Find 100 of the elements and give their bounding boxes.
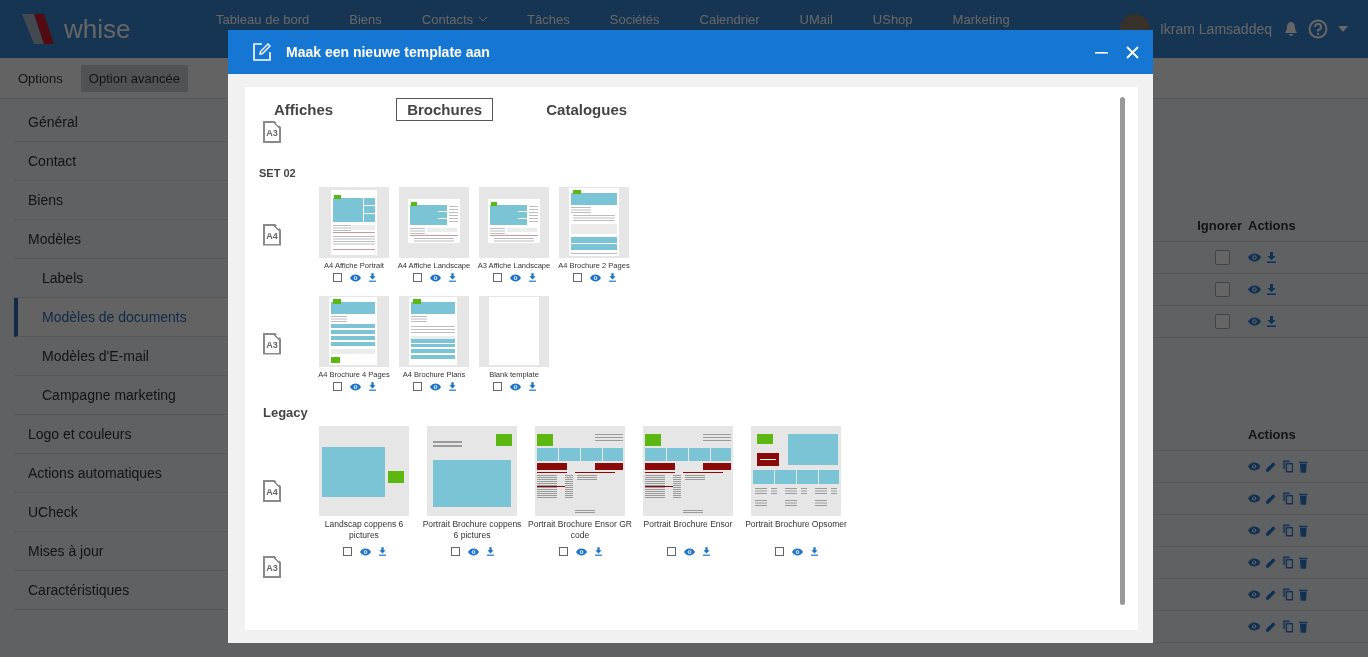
template-preview-drawing[interactable] <box>751 426 841 516</box>
nav-link[interactable]: Tâches <box>507 12 590 27</box>
pencil-icon[interactable] <box>1266 493 1277 504</box>
trash-icon[interactable] <box>1299 460 1308 473</box>
eye-icon[interactable] <box>349 273 361 282</box>
nav-link[interactable]: UShop <box>852 12 933 27</box>
download-icon[interactable] <box>702 547 710 556</box>
nav-link[interactable]: Sociétés <box>589 12 680 27</box>
eye-icon[interactable] <box>1248 590 1261 599</box>
download-icon[interactable] <box>486 547 494 556</box>
eye-icon[interactable] <box>575 547 587 556</box>
checkbox[interactable] <box>412 382 422 391</box>
checkbox[interactable] <box>666 547 676 556</box>
checkbox[interactable] <box>332 273 342 282</box>
eye-icon[interactable] <box>1248 526 1261 535</box>
checkbox[interactable] <box>558 547 568 556</box>
logo-text[interactable]: whise <box>64 13 131 45</box>
tab[interactable]: Catalogues <box>535 97 639 121</box>
copy-icon[interactable] <box>1282 588 1294 601</box>
eye-icon[interactable] <box>467 547 479 556</box>
checkbox[interactable] <box>412 273 422 282</box>
download-icon[interactable] <box>448 273 456 282</box>
eye-icon[interactable] <box>1248 462 1261 471</box>
trash-icon[interactable] <box>1299 620 1308 633</box>
checkbox[interactable] <box>572 273 582 282</box>
trash-icon[interactable] <box>1299 556 1308 569</box>
caret-icon[interactable] <box>1338 26 1348 32</box>
paper-size-label: A3 <box>263 121 281 143</box>
download-icon[interactable] <box>608 273 616 282</box>
paper-size-label: A4 <box>263 480 281 502</box>
user-name[interactable]: Ikram Lamsaddeq <box>1159 21 1272 37</box>
copy-icon[interactable] <box>1282 492 1294 505</box>
paper-size-label: A3 <box>263 556 281 578</box>
nav-link[interactable]: Tableau de bord <box>196 12 330 27</box>
checkbox[interactable] <box>492 273 502 282</box>
download-icon[interactable] <box>810 547 818 556</box>
tab[interactable]: Affiches <box>259 97 345 121</box>
nav-link[interactable]: Contacts <box>401 12 508 27</box>
sidebar-item[interactable]: Modèles de documents <box>14 298 228 337</box>
pencil-icon[interactable] <box>1266 557 1277 568</box>
nav-link[interactable]: Marketing <box>932 12 1030 27</box>
eye-icon[interactable] <box>683 547 695 556</box>
checkbox[interactable] <box>774 547 784 556</box>
toolbar-tab[interactable]: Option avancée <box>80 64 188 92</box>
eye-icon[interactable] <box>429 273 441 282</box>
close-icon[interactable] <box>1126 45 1139 59</box>
download-icon[interactable] <box>448 382 456 391</box>
checkbox[interactable] <box>1215 314 1230 329</box>
template-preview-drawing[interactable] <box>535 426 625 516</box>
download-icon[interactable] <box>594 547 602 556</box>
eye-icon[interactable] <box>509 382 521 391</box>
template-name: Portrait Brochure Opsomer <box>744 519 848 531</box>
eye-icon[interactable] <box>1248 558 1261 567</box>
trash-icon[interactable] <box>1299 524 1308 537</box>
nav-link[interactable]: UMail <box>779 12 853 27</box>
pencil-icon[interactable] <box>1266 461 1277 472</box>
help-icon[interactable] <box>1308 19 1328 39</box>
eye-icon[interactable] <box>349 382 361 391</box>
checkbox[interactable] <box>450 547 460 556</box>
checkbox[interactable] <box>1215 250 1230 265</box>
copy-icon[interactable] <box>1282 620 1294 633</box>
copy-icon[interactable] <box>1282 556 1294 569</box>
eye-icon[interactable] <box>1248 253 1261 262</box>
eye-icon[interactable] <box>509 273 521 282</box>
nav-link[interactable]: Calendrier <box>679 12 780 27</box>
checkbox[interactable] <box>492 382 502 391</box>
copy-icon[interactable] <box>1282 524 1294 537</box>
eye-icon[interactable] <box>1248 622 1261 631</box>
pencil-icon[interactable] <box>1266 589 1277 600</box>
checkbox[interactable] <box>342 547 352 556</box>
checkbox[interactable] <box>332 382 342 391</box>
caret-icon[interactable] <box>479 17 488 22</box>
eye-icon[interactable] <box>1248 494 1261 503</box>
scrollbar[interactable] <box>1120 97 1125 605</box>
download-icon[interactable] <box>1267 252 1276 263</box>
eye-icon[interactable] <box>1248 285 1261 294</box>
trash-icon[interactable] <box>1299 588 1308 601</box>
checkbox[interactable] <box>1215 282 1230 297</box>
eye-icon[interactable] <box>589 273 601 282</box>
download-icon[interactable] <box>528 382 536 391</box>
download-icon[interactable] <box>1267 284 1276 295</box>
toolbar-tab[interactable]: Options <box>10 64 71 92</box>
download-icon[interactable] <box>528 273 536 282</box>
template-preview-drawing[interactable] <box>643 426 733 516</box>
section-heading: Legacy <box>263 405 309 420</box>
eye-icon[interactable] <box>429 382 441 391</box>
pencil-icon[interactable] <box>1266 525 1277 536</box>
eye-icon[interactable] <box>1248 317 1261 326</box>
tab[interactable]: Brochures <box>396 97 494 121</box>
download-icon[interactable] <box>368 382 376 391</box>
copy-icon[interactable] <box>1282 460 1294 473</box>
trash-icon[interactable] <box>1299 492 1308 505</box>
download-icon[interactable] <box>378 547 386 556</box>
bell-icon[interactable] <box>1284 21 1298 37</box>
download-icon[interactable] <box>1267 316 1276 327</box>
eye-icon[interactable] <box>359 547 371 556</box>
download-icon[interactable] <box>368 273 376 282</box>
eye-icon[interactable] <box>791 547 803 556</box>
nav-link[interactable]: Biens <box>329 12 402 27</box>
pencil-icon[interactable] <box>1266 621 1277 632</box>
